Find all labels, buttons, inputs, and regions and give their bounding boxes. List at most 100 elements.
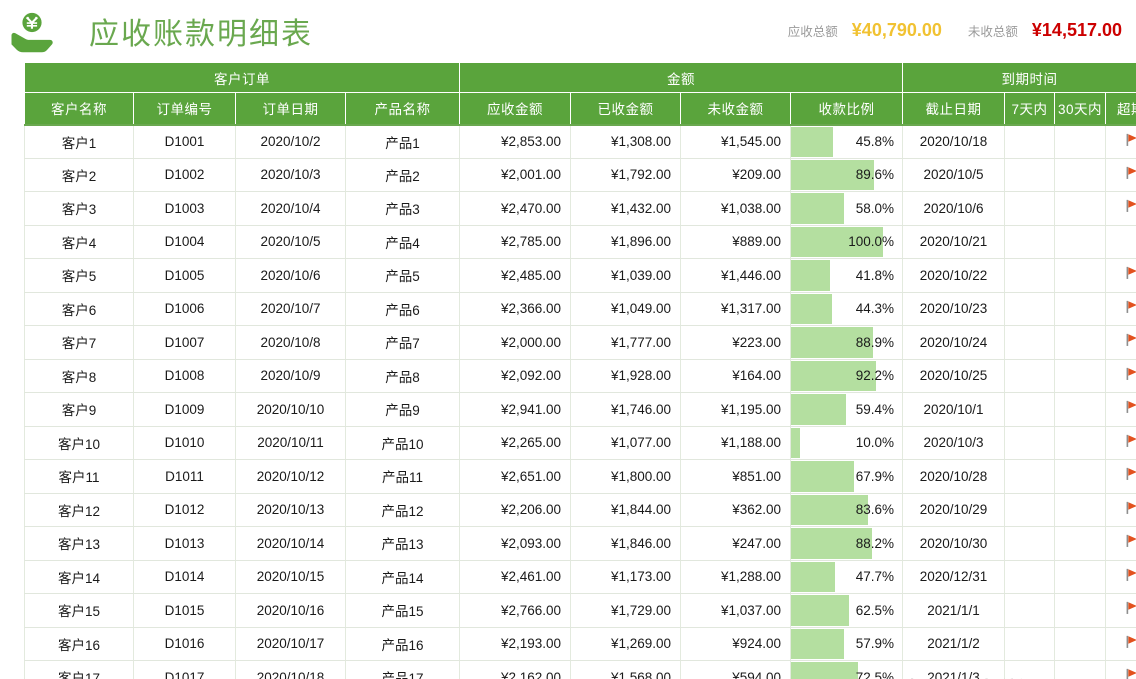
cell-customer[interactable]: 客户3 bbox=[24, 191, 134, 226]
cell-customer[interactable]: 客户17 bbox=[24, 660, 134, 679]
cell-received[interactable]: ¥1,896.00 bbox=[570, 224, 681, 259]
cell-customer[interactable]: 客户2 bbox=[24, 157, 134, 192]
table-row[interactable]: 客户16 D1016 2020/10/17 产品16 ¥2,193.00 ¥1,269.0… bbox=[24, 626, 1136, 661]
table-row[interactable]: 客户17 D1017 2020/10/18 产品17 ¥2,162.00 ¥1,568.0… bbox=[24, 660, 1136, 679]
cell-receivable[interactable]: ¥2,853.00 bbox=[459, 123, 571, 159]
cell-ratio[interactable]: 88.2% bbox=[790, 526, 903, 561]
cell-order[interactable]: D1007 bbox=[133, 325, 236, 360]
cell-within30[interactable] bbox=[1054, 157, 1106, 192]
cell-overdue[interactable] bbox=[1105, 593, 1136, 628]
cell-product[interactable]: 产品11 bbox=[345, 459, 460, 494]
cell-order[interactable]: D1008 bbox=[133, 358, 236, 393]
cell-received[interactable]: ¥1,269.00 bbox=[570, 626, 681, 661]
cell-product[interactable]: 产品3 bbox=[345, 191, 460, 226]
cell-unpaid[interactable]: ¥362.00 bbox=[680, 492, 791, 527]
cell-unpaid[interactable]: ¥889.00 bbox=[680, 224, 791, 259]
cell-customer[interactable]: 客户15 bbox=[24, 593, 134, 628]
cell-due_date[interactable]: 2020/10/23 bbox=[902, 291, 1005, 326]
cell-order_date[interactable]: 2020/10/17 bbox=[235, 626, 346, 661]
cell-within30[interactable] bbox=[1054, 559, 1106, 594]
cell-overdue[interactable] bbox=[1105, 191, 1136, 226]
cell-within7[interactable] bbox=[1004, 392, 1055, 427]
cell-ratio[interactable]: 72.5% bbox=[790, 660, 903, 679]
col-header-order-date[interactable]: 订单日期 bbox=[235, 92, 346, 125]
cell-ratio[interactable]: 57.9% bbox=[790, 626, 903, 661]
col-header-within-7-days[interactable]: 7天内 bbox=[1004, 92, 1055, 125]
cell-product[interactable]: 产品15 bbox=[345, 593, 460, 628]
cell-within30[interactable] bbox=[1054, 258, 1106, 293]
cell-unpaid[interactable]: ¥924.00 bbox=[680, 626, 791, 661]
col-header-receivable[interactable]: 应收金额 bbox=[459, 92, 571, 125]
cell-customer[interactable]: 客户14 bbox=[24, 559, 134, 594]
cell-customer[interactable]: 客户8 bbox=[24, 358, 134, 393]
cell-ratio[interactable]: 92.2% bbox=[790, 358, 903, 393]
cell-receivable[interactable]: ¥2,485.00 bbox=[459, 258, 571, 293]
cell-due_date[interactable]: 2020/10/5 bbox=[902, 157, 1005, 192]
cell-order[interactable]: D1016 bbox=[133, 626, 236, 661]
cell-order[interactable]: D1006 bbox=[133, 291, 236, 326]
table-row[interactable]: 客户15 D1015 2020/10/16 产品15 ¥2,766.00 ¥1,729.0… bbox=[24, 593, 1136, 628]
cell-customer[interactable]: 客户4 bbox=[24, 224, 134, 259]
cell-product[interactable]: 产品7 bbox=[345, 325, 460, 360]
cell-received[interactable]: ¥1,800.00 bbox=[570, 459, 681, 494]
cell-due_date[interactable]: 2020/10/25 bbox=[902, 358, 1005, 393]
cell-unpaid[interactable]: ¥1,037.00 bbox=[680, 593, 791, 628]
cell-within30[interactable] bbox=[1054, 291, 1106, 326]
cell-order_date[interactable]: 2020/10/9 bbox=[235, 358, 346, 393]
cell-product[interactable]: 产品5 bbox=[345, 258, 460, 293]
cell-receivable[interactable]: ¥2,766.00 bbox=[459, 593, 571, 628]
cell-within30[interactable] bbox=[1054, 191, 1106, 226]
cell-receivable[interactable]: ¥2,366.00 bbox=[459, 291, 571, 326]
col-header-overdue[interactable]: 超期 bbox=[1105, 92, 1136, 125]
cell-received[interactable]: ¥1,308.00 bbox=[570, 123, 681, 159]
cell-product[interactable]: 产品14 bbox=[345, 559, 460, 594]
cell-within7[interactable] bbox=[1004, 425, 1055, 460]
cell-overdue[interactable] bbox=[1105, 258, 1136, 293]
table-row[interactable]: 客户3 D1003 2020/10/4 产品3 ¥2,470.00 ¥1,432.00 ¥1… bbox=[24, 191, 1136, 226]
cell-receivable[interactable]: ¥2,651.00 bbox=[459, 459, 571, 494]
cell-receivable[interactable]: ¥2,461.00 bbox=[459, 559, 571, 594]
cell-overdue[interactable] bbox=[1105, 123, 1136, 159]
cell-order[interactable]: D1001 bbox=[133, 123, 236, 159]
cell-due_date[interactable]: 2020/12/31 bbox=[902, 559, 1005, 594]
table-row[interactable]: 客户9 D1009 2020/10/10 产品9 ¥2,941.00 ¥1,746.00 ¥… bbox=[24, 392, 1136, 427]
cell-overdue[interactable] bbox=[1105, 425, 1136, 460]
cell-overdue[interactable] bbox=[1105, 325, 1136, 360]
cell-receivable[interactable]: ¥2,193.00 bbox=[459, 626, 571, 661]
cell-within30[interactable] bbox=[1054, 593, 1106, 628]
cell-within7[interactable] bbox=[1004, 626, 1055, 661]
table-row[interactable]: 客户8 D1008 2020/10/9 产品8 ¥2,092.00 ¥1,928.00 ¥1… bbox=[24, 358, 1136, 393]
cell-order_date[interactable]: 2020/10/11 bbox=[235, 425, 346, 460]
col-header-unpaid[interactable]: 未收金额 bbox=[680, 92, 791, 125]
col-header-within-30-days[interactable]: 30天内 bbox=[1054, 92, 1106, 125]
cell-overdue[interactable] bbox=[1105, 660, 1136, 679]
cell-due_date[interactable]: 2021/1/2 bbox=[902, 626, 1005, 661]
cell-customer[interactable]: 客户6 bbox=[24, 291, 134, 326]
cell-order[interactable]: D1011 bbox=[133, 459, 236, 494]
cell-unpaid[interactable]: ¥1,446.00 bbox=[680, 258, 791, 293]
cell-received[interactable]: ¥1,077.00 bbox=[570, 425, 681, 460]
col-header-received[interactable]: 已收金额 bbox=[570, 92, 681, 125]
cell-within30[interactable] bbox=[1054, 526, 1106, 561]
cell-order_date[interactable]: 2020/10/18 bbox=[235, 660, 346, 679]
cell-receivable[interactable]: ¥2,470.00 bbox=[459, 191, 571, 226]
cell-order[interactable]: D1014 bbox=[133, 559, 236, 594]
cell-within30[interactable] bbox=[1054, 224, 1106, 259]
cell-received[interactable]: ¥1,049.00 bbox=[570, 291, 681, 326]
cell-product[interactable]: 产品9 bbox=[345, 392, 460, 427]
cell-within7[interactable] bbox=[1004, 459, 1055, 494]
cell-due_date[interactable]: 2020/10/21 bbox=[902, 224, 1005, 259]
col-header-order-no[interactable]: 订单编号 bbox=[133, 92, 236, 125]
cell-ratio[interactable]: 47.7% bbox=[790, 559, 903, 594]
cell-overdue[interactable] bbox=[1105, 492, 1136, 527]
cell-customer[interactable]: 客户11 bbox=[24, 459, 134, 494]
cell-unpaid[interactable]: ¥1,188.00 bbox=[680, 425, 791, 460]
table-row[interactable]: 客户13 D1013 2020/10/14 产品13 ¥2,093.00 ¥1,846.0… bbox=[24, 526, 1136, 561]
cell-received[interactable]: ¥1,844.00 bbox=[570, 492, 681, 527]
cell-customer[interactable]: 客户10 bbox=[24, 425, 134, 460]
cell-order[interactable]: D1010 bbox=[133, 425, 236, 460]
cell-unpaid[interactable]: ¥594.00 bbox=[680, 660, 791, 679]
cell-receivable[interactable]: ¥2,092.00 bbox=[459, 358, 571, 393]
cell-within7[interactable] bbox=[1004, 291, 1055, 326]
cell-overdue[interactable] bbox=[1105, 559, 1136, 594]
